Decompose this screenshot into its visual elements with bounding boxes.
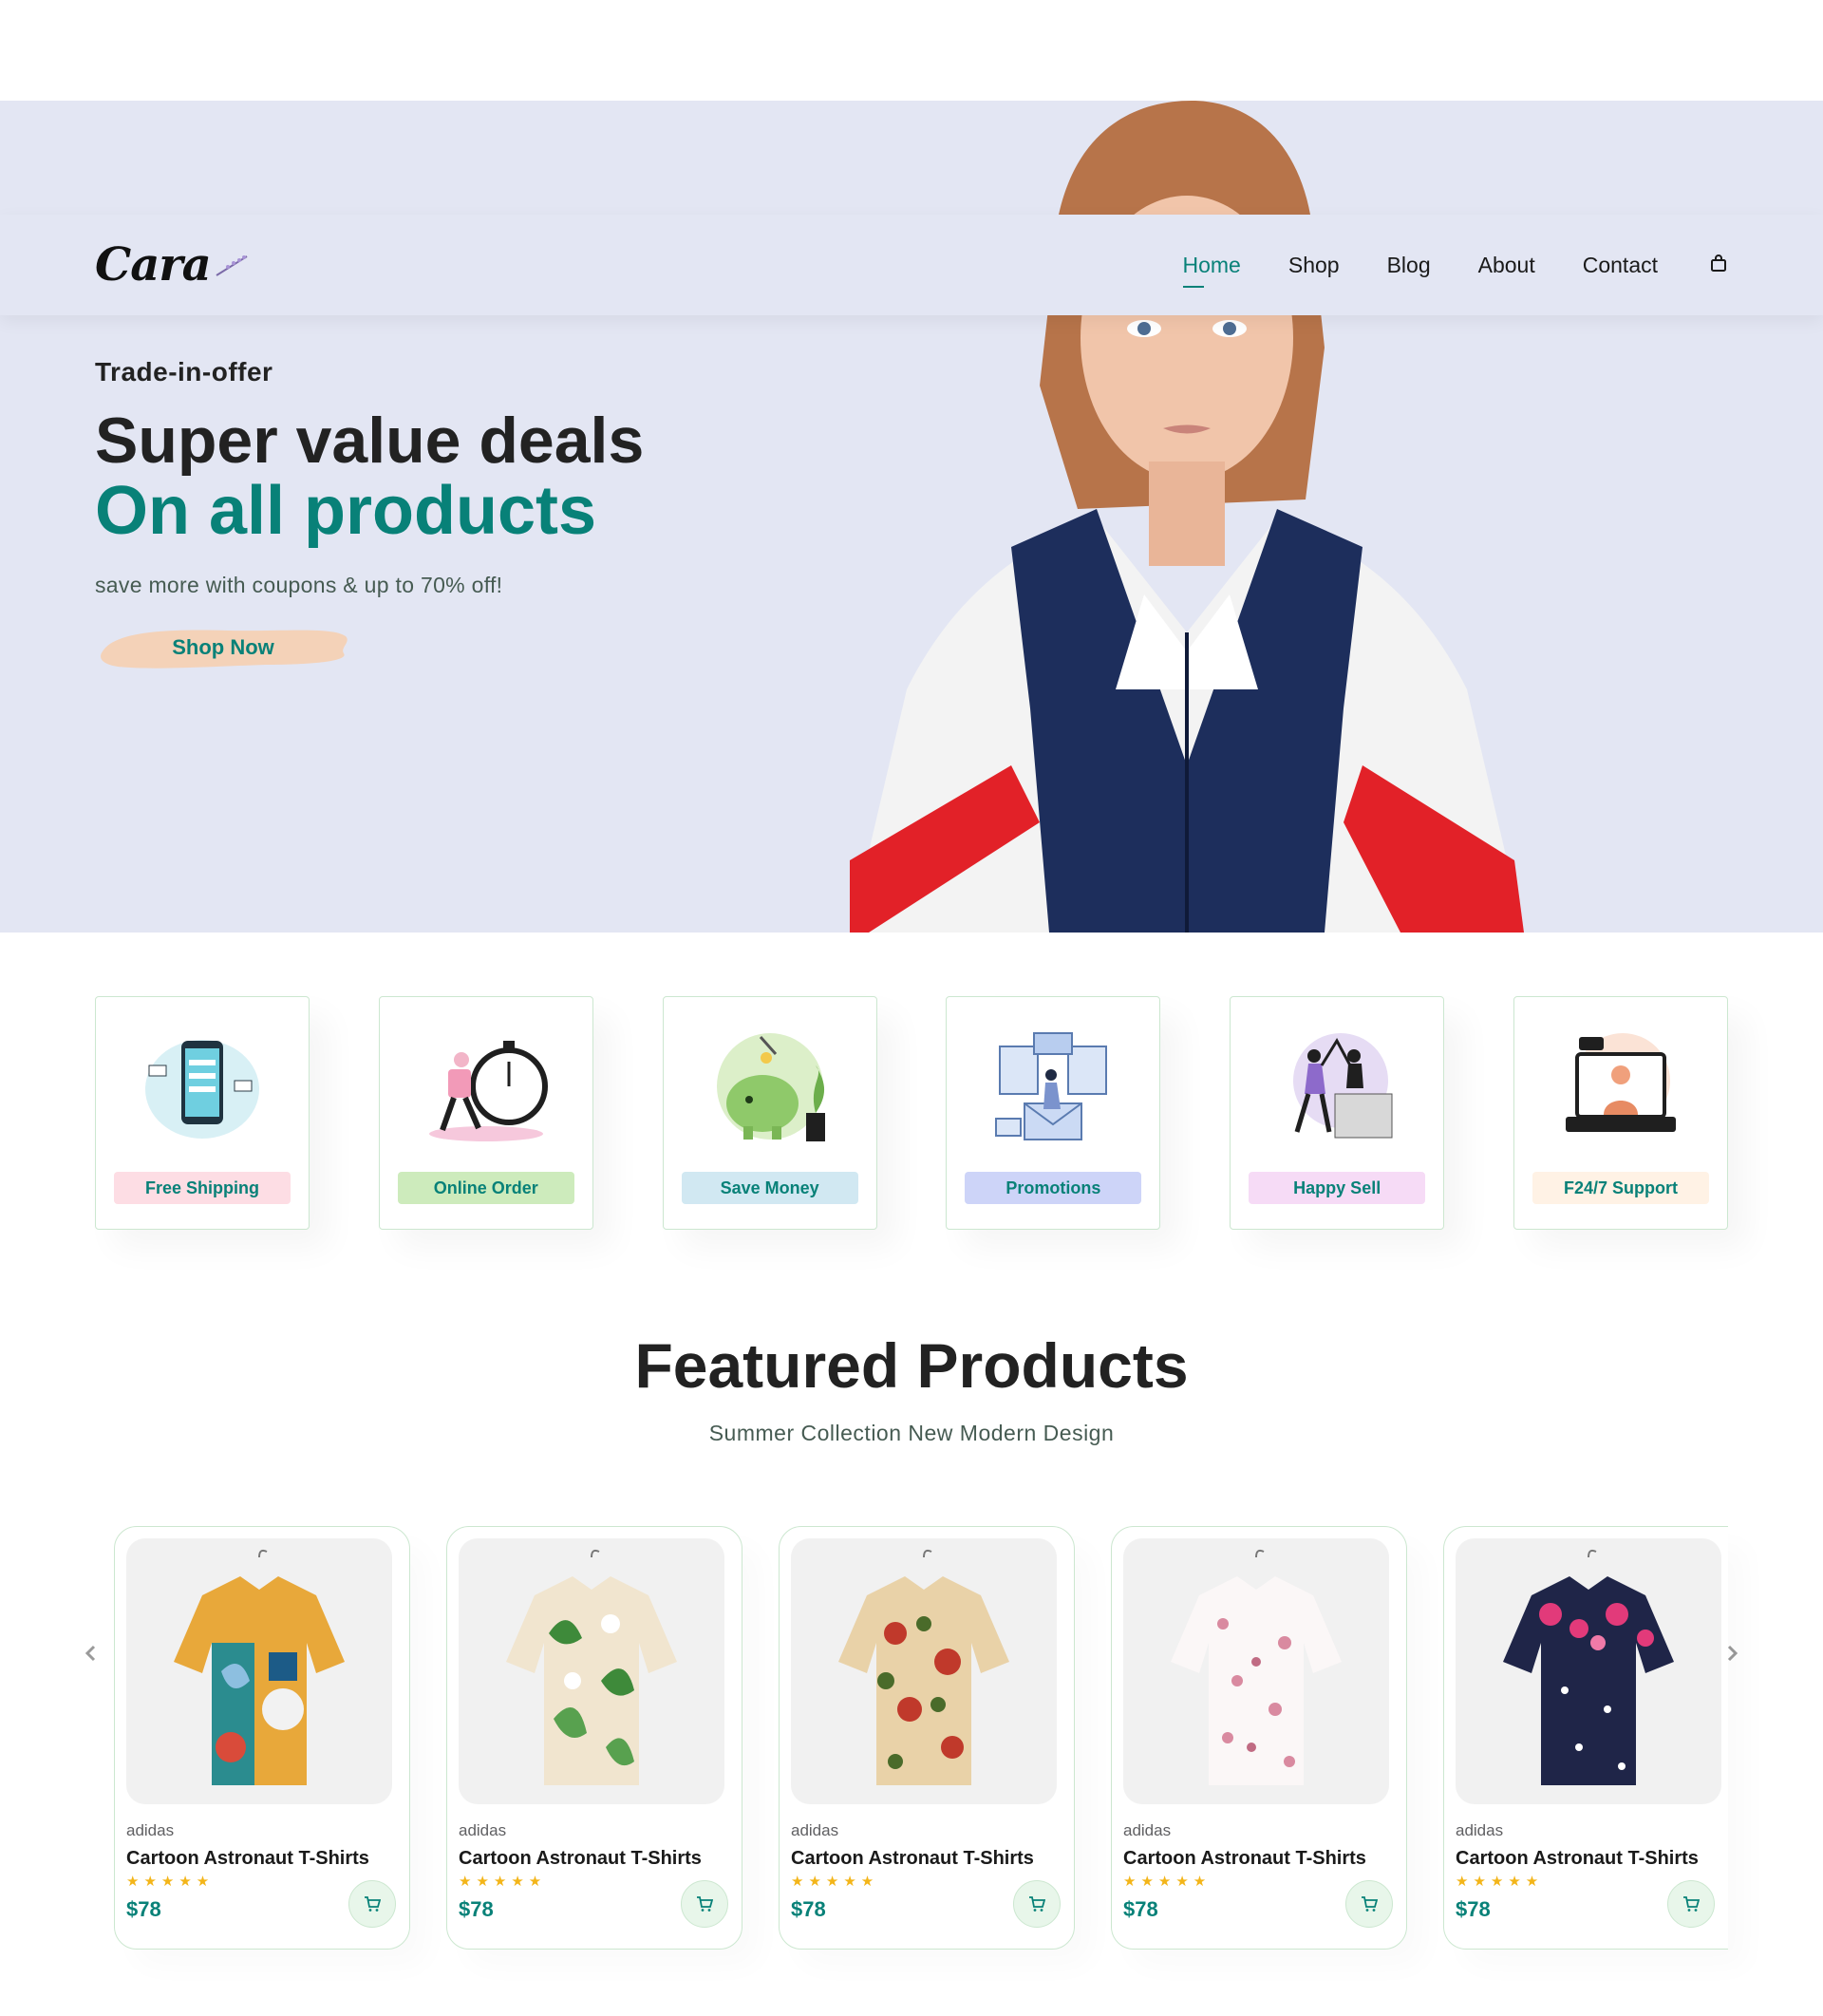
feature-card-save-money: Save Money bbox=[662, 996, 877, 1230]
piggy-bank-illustration bbox=[716, 1033, 825, 1141]
nav-item-home[interactable]: Home bbox=[1182, 247, 1241, 288]
product-image bbox=[791, 1538, 1057, 1804]
floral-print-shirt-image bbox=[838, 1549, 1009, 1785]
nav-item-cart[interactable] bbox=[1705, 254, 1728, 277]
product-name: Cartoon Astronaut T-Shirts bbox=[1456, 1848, 1699, 1869]
product-name: Cartoon Astronaut T-Shirts bbox=[1123, 1848, 1366, 1869]
add-to-cart-button[interactable] bbox=[1345, 1880, 1393, 1928]
product-brand: adidas bbox=[791, 1821, 839, 1839]
stopwatch-runner-illustration bbox=[428, 1041, 548, 1141]
feature-label: F24/7 Support bbox=[1532, 1172, 1709, 1204]
laptop-support-illustration bbox=[1565, 1033, 1676, 1132]
cart-icon bbox=[1029, 1896, 1045, 1912]
white-blossom-shirt-image bbox=[1171, 1549, 1342, 1785]
abstract-print-shirt-image bbox=[174, 1549, 345, 1785]
shopping-bag-icon[interactable] bbox=[1709, 254, 1728, 273]
product-brand: adidas bbox=[1456, 1821, 1504, 1839]
add-to-cart-button[interactable] bbox=[348, 1880, 396, 1928]
feature-label: Save Money bbox=[681, 1172, 858, 1204]
cart-icon bbox=[1683, 1896, 1700, 1912]
product-carousel: adidas Cartoon Astronaut T-Shirts ★★★★★ … bbox=[114, 1526, 1728, 1950]
product-image bbox=[1456, 1538, 1721, 1804]
product-card[interactable]: adidas Cartoon Astronaut T-Shirts ★★★★★ … bbox=[779, 1526, 1075, 1950]
hero-text-block: Trade-in-offer Super value deals On all … bbox=[95, 357, 644, 676]
hero-kicker: Trade-in-offer bbox=[95, 357, 273, 386]
leaf-print-shirt-image bbox=[506, 1549, 677, 1785]
add-to-cart-button[interactable] bbox=[681, 1880, 728, 1928]
hero-headline: Super value deals bbox=[95, 405, 645, 477]
product-image bbox=[1123, 1538, 1389, 1804]
features-row: Free Shipping Online Order Save Money Pr… bbox=[95, 996, 1728, 1230]
product-brand: adidas bbox=[1123, 1821, 1172, 1839]
hero-headline-accent: On all products bbox=[95, 473, 597, 550]
feature-card-online-order: Online Order bbox=[378, 996, 593, 1230]
feature-label: Promotions bbox=[965, 1172, 1142, 1204]
product-card[interactable]: adidas Cartoon Astronaut T-Shirts ★★★★★ … bbox=[1443, 1526, 1728, 1950]
product-card[interactable]: adidas Cartoon Astronaut T-Shirts ★★★★★ … bbox=[446, 1526, 742, 1950]
navy-floral-shirt-image bbox=[1503, 1549, 1674, 1785]
featured-products-title: Featured Products bbox=[634, 1330, 1189, 1401]
high-five-illustration bbox=[1293, 1033, 1393, 1139]
feature-card-free-shipping: Free Shipping bbox=[95, 996, 310, 1230]
nav-item-blog[interactable]: Blog bbox=[1387, 247, 1431, 284]
promotion-envelope-illustration bbox=[995, 1032, 1108, 1140]
feature-card-happy-sell: Happy Sell bbox=[1230, 996, 1445, 1230]
product-card[interactable]: adidas Cartoon Astronaut T-Shirts ★★★★★ … bbox=[114, 1526, 410, 1950]
add-to-cart-button[interactable] bbox=[1013, 1880, 1061, 1928]
cart-icon bbox=[365, 1896, 381, 1912]
nav-item-about[interactable]: About bbox=[1478, 247, 1535, 284]
carousel-prev-icon[interactable] bbox=[78, 1640, 104, 1667]
add-to-cart-button[interactable] bbox=[1667, 1880, 1715, 1928]
cart-icon bbox=[1362, 1896, 1378, 1912]
feature-label: Online Order bbox=[397, 1172, 574, 1204]
product-card[interactable]: adidas Cartoon Astronaut T-Shirts ★★★★★ … bbox=[1111, 1526, 1407, 1950]
product-image bbox=[459, 1538, 724, 1804]
main-navbar: Cara Home Shop Blog About Contact bbox=[0, 215, 1823, 315]
product-brand: adidas bbox=[459, 1821, 507, 1839]
feature-label: Happy Sell bbox=[1249, 1172, 1426, 1204]
product-name: Cartoon Astronaut T-Shirts bbox=[791, 1848, 1034, 1869]
product-name: Cartoon Astronaut T-Shirts bbox=[459, 1848, 702, 1869]
nav-item-shop[interactable]: Shop bbox=[1288, 247, 1340, 284]
feature-card-promotions: Promotions bbox=[946, 996, 1161, 1230]
featured-products-subtitle: Summer Collection New Modern Design bbox=[708, 1421, 1115, 1445]
feature-label: Free Shipping bbox=[114, 1172, 291, 1204]
feature-card-support: F24/7 Support bbox=[1513, 996, 1728, 1230]
lavender-sprig-icon bbox=[216, 255, 248, 276]
shop-now-button[interactable]: Shop Now bbox=[95, 619, 351, 676]
phone-payment-illustration bbox=[145, 1040, 259, 1139]
hero-subtext: save more with coupons & up to 70% off! bbox=[95, 573, 503, 598]
product-brand: adidas bbox=[126, 1821, 175, 1839]
product-image bbox=[126, 1538, 392, 1804]
nav-item-contact[interactable]: Contact bbox=[1583, 247, 1658, 284]
nav-links: Home Shop Blog About Contact bbox=[1182, 247, 1729, 288]
product-name: Cartoon Astronaut T-Shirts bbox=[126, 1848, 369, 1869]
cart-icon bbox=[697, 1896, 713, 1912]
brand-logo[interactable]: Cara bbox=[95, 238, 249, 292]
